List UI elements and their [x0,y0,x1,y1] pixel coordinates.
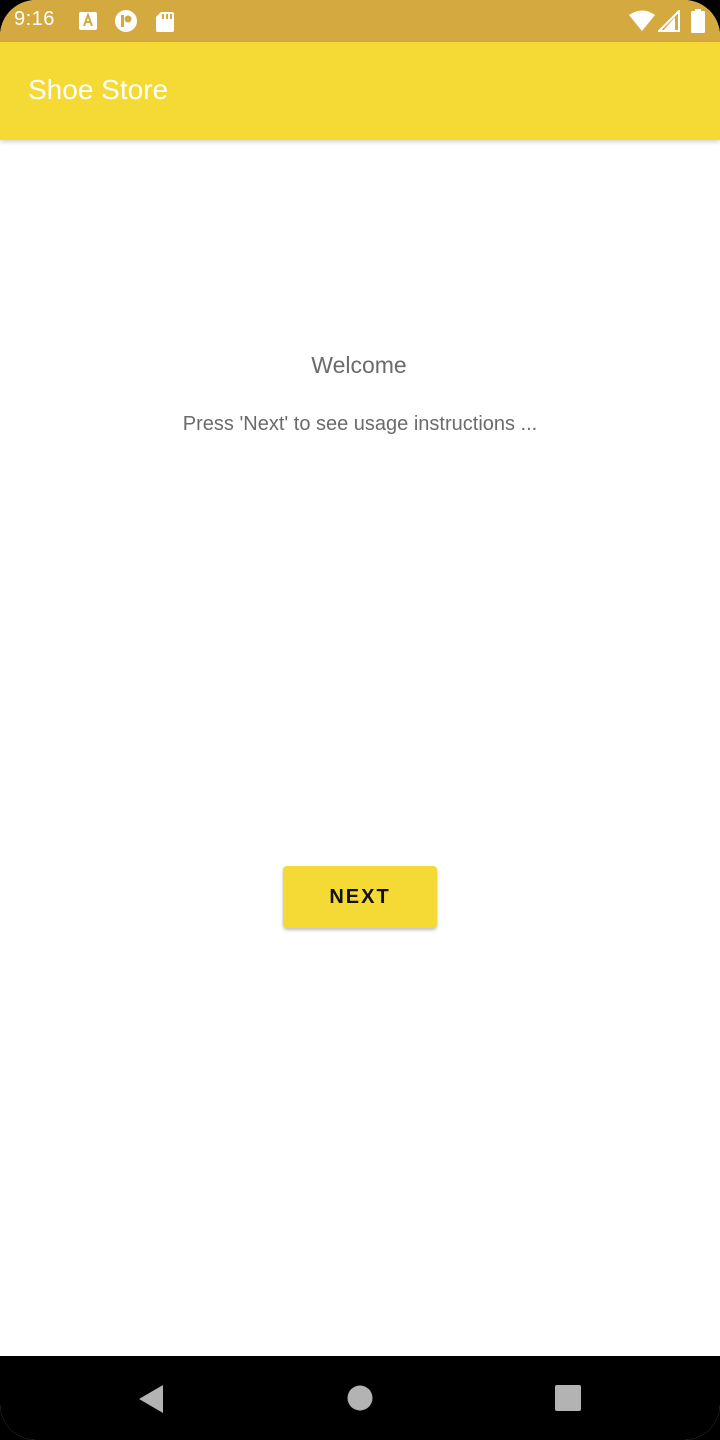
next-button[interactable]: NEXT [283,866,437,928]
wifi-icon [628,10,656,32]
status-bar: 9:16 [0,0,720,42]
text-a-icon [78,11,98,31]
cell-signal-icon [656,8,680,32]
app-bar: Shoe Store [0,42,720,140]
home-icon[interactable] [347,1385,373,1411]
phone-screen: 9:16 Shoe Store Welcome Press 'Next' to … [0,0,720,1440]
sd-card-icon [155,11,175,32]
welcome-heading: Welcome [311,352,407,378]
instructions-text: Press 'Next' to see usage instructions .… [182,413,538,435]
recents-icon[interactable] [555,1385,581,1411]
back-icon[interactable] [138,1384,164,1414]
app-title: Shoe Store [28,74,169,105]
navigation-bar [0,1356,720,1440]
battery-icon [691,9,705,33]
status-time: 9:16 [14,8,55,30]
ring-app-icon [114,9,138,33]
